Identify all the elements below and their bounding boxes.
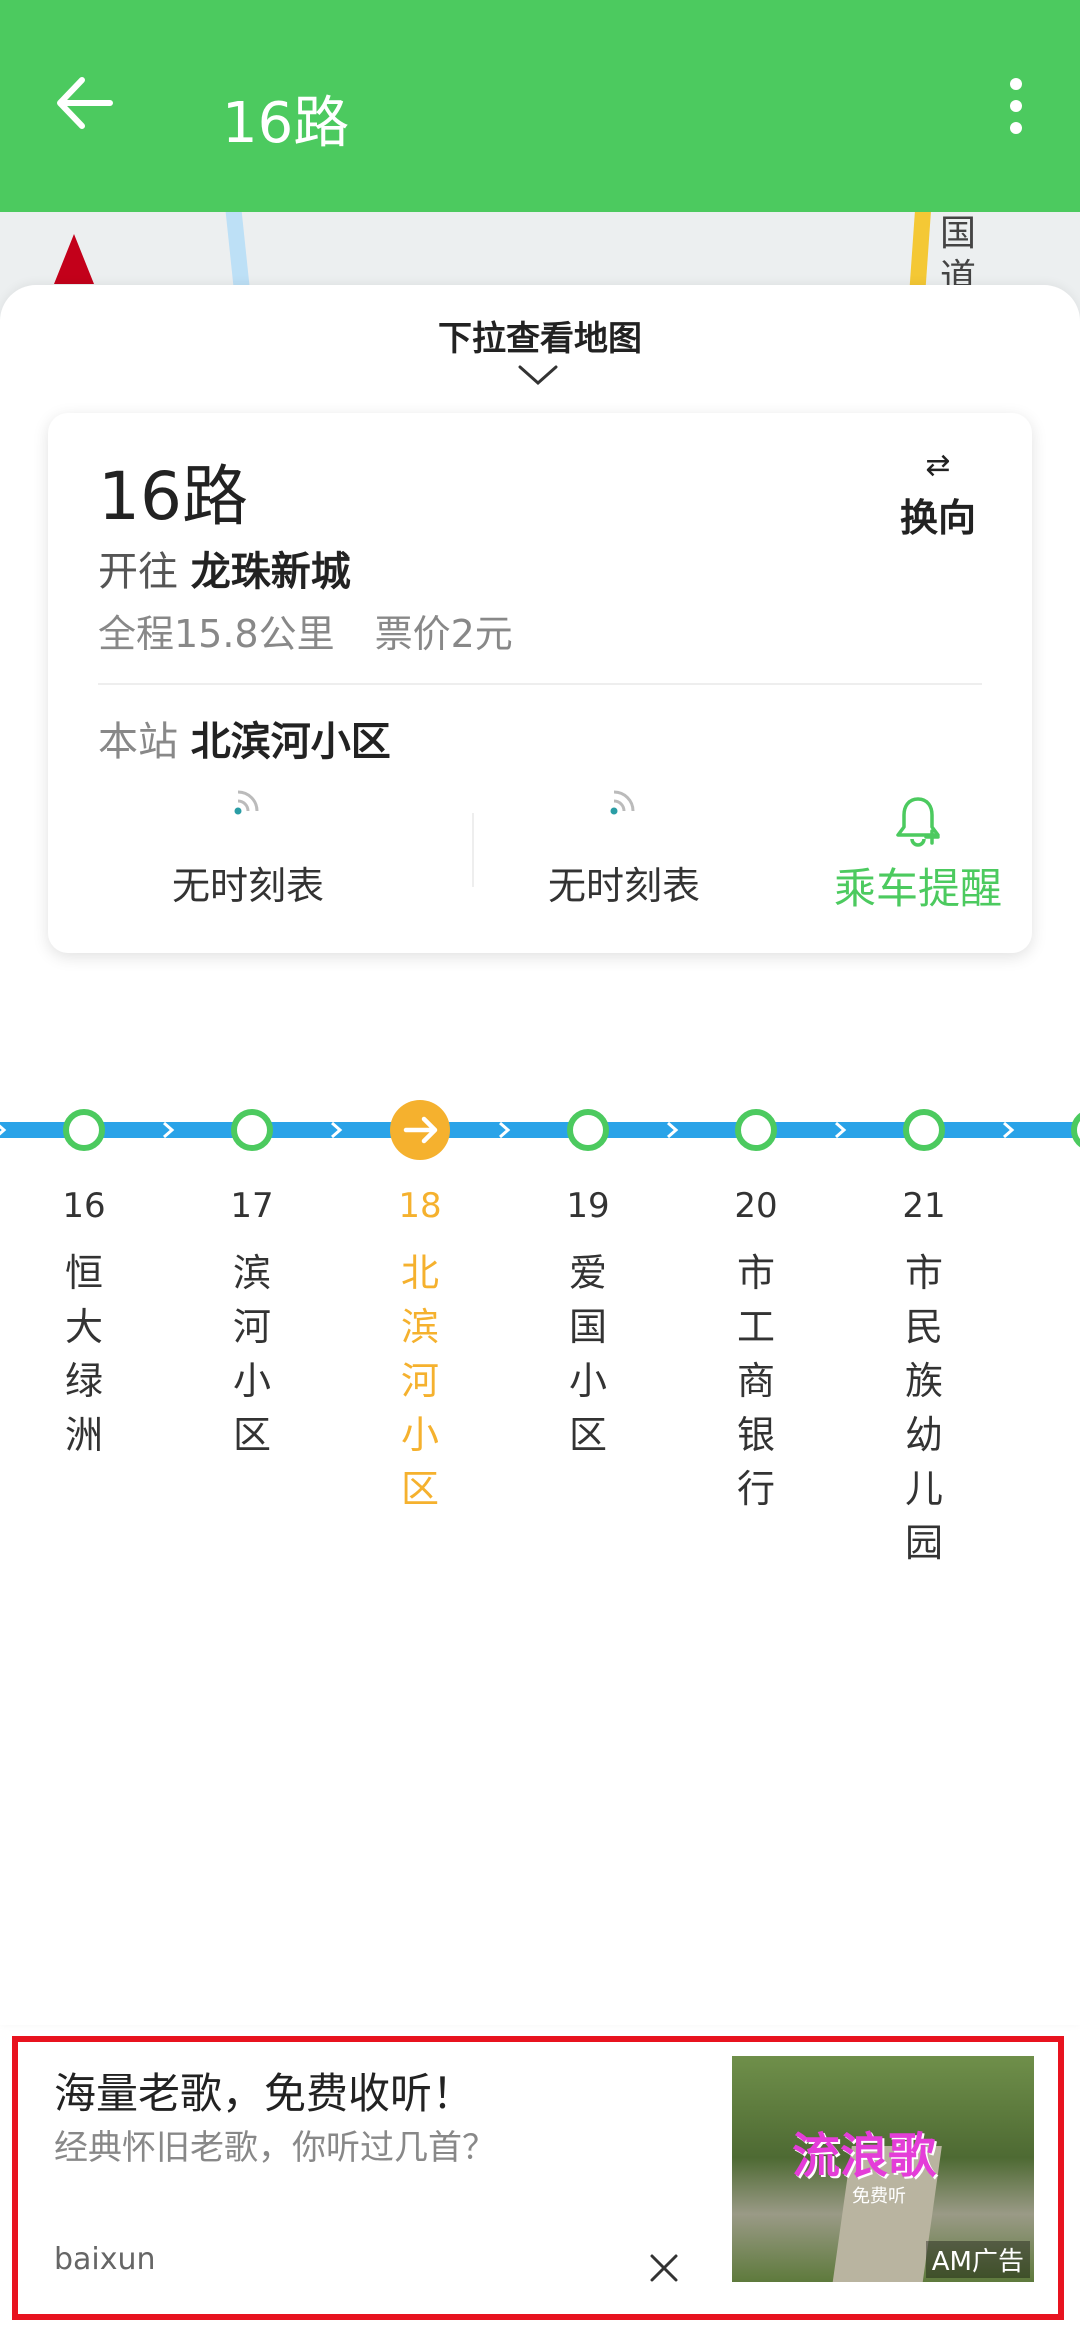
stop-item[interactable]: 16 恒大绿洲 xyxy=(24,1100,144,1462)
swap-icon: ⇄ xyxy=(925,448,951,483)
ad-source: baixun xyxy=(54,2242,156,2277)
stop-item[interactable]: 21 市民族幼儿园 xyxy=(864,1100,984,1570)
stop-number: 20 xyxy=(734,1186,778,1226)
remind-label: 乘车提醒 xyxy=(833,864,1002,913)
stop-name: 滨河小区 xyxy=(232,1251,271,1457)
close-icon[interactable] xyxy=(646,2250,682,2286)
stop-number: 2 xyxy=(1032,1186,1080,1226)
arrow-left-icon[interactable] xyxy=(48,66,122,140)
app-header: 16路 xyxy=(0,0,1080,212)
route-name: 16路 xyxy=(98,458,248,535)
stop-name: 恒大绿洲 xyxy=(64,1251,103,1457)
stop-number: 17 xyxy=(230,1186,274,1226)
route-line-diagram[interactable]: 16 恒大绿洲 17 滨河小区 18 北滨河小区 19 爱国小区 20 市工商银行 21 市民族幼儿园… xyxy=(0,1100,1080,1620)
ad-banner[interactable]: 海量老歌，免费收听！ 经典怀旧老歌，你听过几首？ baixun 流浪歌 免费听 … xyxy=(12,2036,1064,2320)
ad-thumb-title: 流浪歌 xyxy=(792,2128,937,2184)
arrival-label: 无时刻表 xyxy=(171,864,324,908)
route-card: 16路 ⇄ 换向 开往 龙珠新城 全程15.8公里 票价2元 本站 北滨河小区 无… xyxy=(48,413,1032,953)
destination-name: 龙珠新城 xyxy=(190,549,351,595)
reverse-direction-button[interactable]: ⇄ 换向 xyxy=(868,449,1008,549)
ad-thumb-free: 免费听 xyxy=(852,2186,906,2207)
ad-subtitle: 经典怀旧老歌，你听过几首？ xyxy=(54,2128,496,2168)
stop-name: 爱国小区 xyxy=(568,1251,607,1457)
stop-name: 市工商银行 xyxy=(736,1251,775,1511)
more-vertical-icon[interactable] xyxy=(996,70,1036,140)
ride-reminder-button[interactable]: 乘车提醒 xyxy=(818,793,1018,923)
chevron-down-icon[interactable] xyxy=(518,363,558,387)
arrival-slot-2: 无时刻表 xyxy=(474,783,774,923)
stop-name: 市民族幼儿园 xyxy=(904,1251,943,1565)
signal-icon xyxy=(234,790,259,815)
ad-badge: AM广告 xyxy=(925,2241,1030,2278)
destination-line: 开往 龙珠新城 xyxy=(98,539,351,597)
arrival-label: 无时刻表 xyxy=(547,864,700,908)
location-marker-icon xyxy=(54,234,94,284)
route-fare: 票价2元 xyxy=(374,612,513,656)
route-info: 全程15.8公里 票价2元 xyxy=(98,603,513,658)
stop-number: 18 xyxy=(398,1186,442,1226)
stop-item[interactable]: 2 xyxy=(1032,1100,1080,1246)
divider xyxy=(98,683,982,685)
arrival-slot-1: 无时刻表 xyxy=(98,783,398,923)
ad-thumbnail[interactable]: 流浪歌 免费听 AM广告 xyxy=(732,2056,1034,2282)
page-title: 16路 xyxy=(222,91,350,156)
stop-item[interactable]: 18 北滨河小区 xyxy=(360,1100,480,1516)
signal-icon xyxy=(610,790,635,815)
ad-title: 海量老歌，免费收听！ xyxy=(54,2069,475,2118)
stop-item[interactable]: 17 滨河小区 xyxy=(192,1100,312,1462)
stop-number: 16 xyxy=(62,1186,106,1226)
pull-hint: 下拉查看地图 xyxy=(438,319,642,359)
bell-add-icon xyxy=(896,797,940,847)
stop-item[interactable]: 19 爱国小区 xyxy=(528,1100,648,1462)
stop-number: 19 xyxy=(566,1186,610,1226)
stop-name: 北滨河小区 xyxy=(400,1251,439,1511)
stop-item[interactable]: 20 市工商银行 xyxy=(696,1100,816,1516)
destination-prefix: 开往 xyxy=(98,549,178,595)
current-station-name: 北滨河小区 xyxy=(190,719,391,765)
route-distance: 全程15.8公里 xyxy=(98,612,335,656)
stop-number: 21 xyxy=(902,1186,946,1226)
station-prefix: 本站 xyxy=(98,719,178,765)
reverse-label: 换向 xyxy=(899,496,976,540)
current-station-line: 本站 北滨河小区 xyxy=(98,709,391,767)
